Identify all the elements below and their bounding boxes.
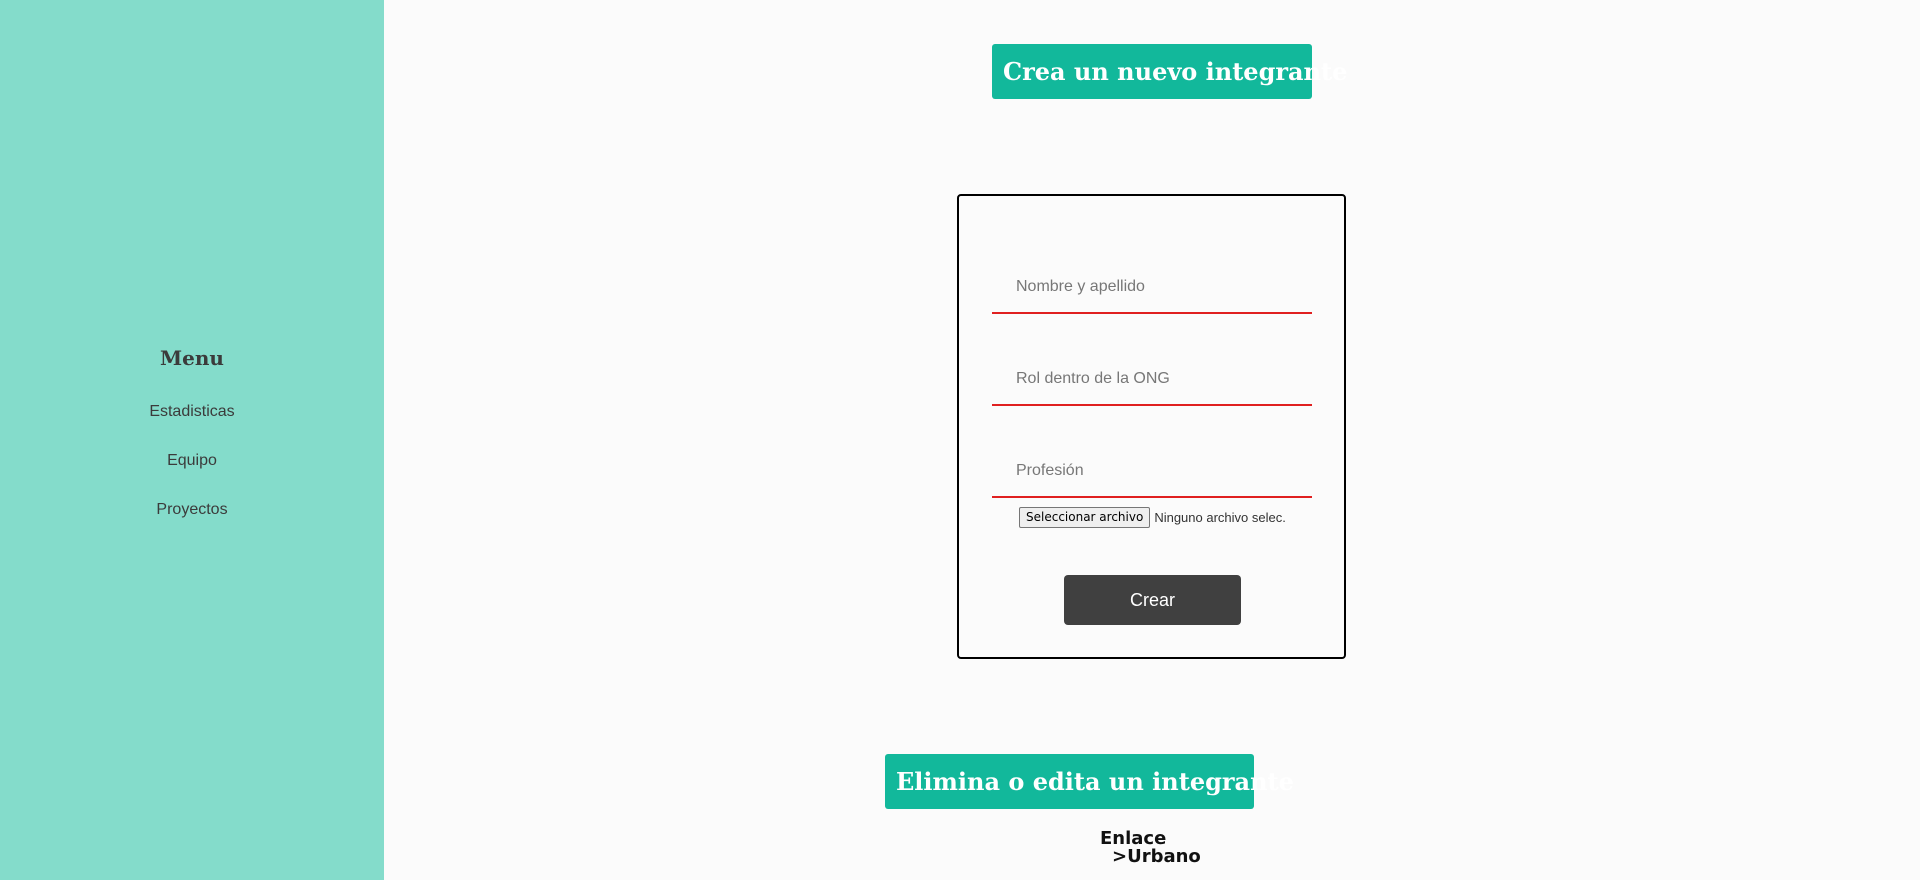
create-member-form: Seleccionar archivo Ninguno archivo sele… bbox=[957, 194, 1346, 659]
sidebar-item-proyectos[interactable]: Proyectos bbox=[0, 501, 384, 519]
menu-title: Menu bbox=[160, 346, 224, 370]
name-field[interactable] bbox=[992, 262, 1312, 314]
create-button[interactable]: Crear bbox=[1064, 575, 1241, 625]
role-field[interactable] bbox=[992, 354, 1312, 406]
profession-field[interactable] bbox=[992, 446, 1312, 498]
sidebar-item-equipo[interactable]: Equipo bbox=[0, 452, 384, 470]
file-status-text: Ninguno archivo selec. bbox=[1154, 509, 1286, 525]
sidebar-item-estadisticas[interactable]: Estadisticas bbox=[0, 403, 384, 421]
create-section-title: Crea un nuevo integrante bbox=[992, 44, 1347, 99]
edit-section-title: Elimina o edita un integrante bbox=[885, 754, 1294, 809]
file-upload: Seleccionar archivo Ninguno archivo sele… bbox=[1019, 506, 1286, 528]
select-file-button[interactable]: Seleccionar archivo bbox=[1019, 506, 1151, 528]
sidebar: Menu Estadisticas Equipo Proyectos bbox=[0, 0, 384, 880]
logo-line-2: >Urbano bbox=[1112, 846, 1201, 867]
enlace-urbano-logo: Enlace >Urbano bbox=[1100, 830, 1201, 866]
